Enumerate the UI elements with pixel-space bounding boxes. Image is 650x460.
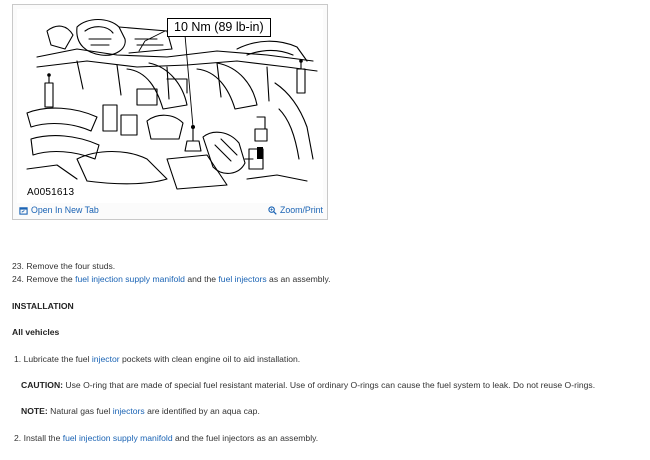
removal-step-23: 23. Remove the four studs. xyxy=(12,260,642,272)
zoom-print-label: Zoom/Print xyxy=(279,205,323,215)
note-text: Natural gas fuel xyxy=(47,406,113,416)
step-text: pockets with clean engine oil to aid ins… xyxy=(119,354,301,364)
step-number: 2. xyxy=(14,433,22,443)
torque-callout: 10 Nm (89 lb-in) xyxy=(167,18,271,37)
figure-toolbar: Open In New Tab Zoom/Print xyxy=(13,201,327,219)
step-text: Remove the xyxy=(26,274,76,284)
step-text: Lubricate the fuel xyxy=(23,354,92,364)
caution-label: CAUTION: xyxy=(21,380,64,390)
open-in-new-tab-label: Open In New Tab xyxy=(31,205,99,215)
fuel-injection-supply-manifold-link[interactable]: fuel injection supply manifold xyxy=(75,274,185,284)
install-step-2: 2. Install the fuel injection supply man… xyxy=(14,432,644,444)
step-text: Remove the four studs. xyxy=(26,261,116,271)
step-number: 1. xyxy=(14,354,22,364)
caution-note: CAUTION: Use O-ring that are made of spe… xyxy=(21,379,650,391)
fuel-injectors-link[interactable]: fuel injectors xyxy=(218,274,266,284)
step-text: as an assembly. xyxy=(266,274,331,284)
step-text: and the fuel injectors as an assembly. xyxy=(172,433,319,443)
engine-diagram-image[interactable]: 10 Nm (89 lb-in) A0051613 xyxy=(17,9,323,203)
info-note: NOTE: Natural gas fuel injectors are ide… xyxy=(21,405,650,417)
removal-step-24: 24. Remove the fuel injection supply man… xyxy=(12,273,642,285)
open-new-tab-icon xyxy=(19,206,28,215)
note-text: are identified by an aqua cap. xyxy=(144,406,260,416)
injectors-link[interactable]: injectors xyxy=(113,406,145,416)
engine-line-drawing xyxy=(26,18,318,190)
magnifier-icon xyxy=(268,205,277,215)
injector-link[interactable]: injector xyxy=(92,354,120,364)
step-number: 24. xyxy=(12,274,24,284)
all-vehicles-subheading: All vehicles xyxy=(12,327,60,337)
step-text: and the xyxy=(184,274,219,284)
figure-card: 10 Nm (89 lb-in) A0051613 Open In New Ta… xyxy=(12,4,328,220)
caution-text: Use O-ring that are made of special fuel… xyxy=(63,380,596,390)
zoom-print-link[interactable]: Zoom/Print xyxy=(268,205,323,215)
step-number: 23. xyxy=(12,261,24,271)
open-in-new-tab-link[interactable]: Open In New Tab xyxy=(19,205,99,215)
fuel-injection-supply-manifold-link[interactable]: fuel injection supply manifold xyxy=(63,433,173,443)
install-step-1: 1. Lubricate the fuel injector pockets w… xyxy=(14,353,644,365)
installation-heading: INSTALLATION xyxy=(12,301,74,311)
figure-id-label: A0051613 xyxy=(25,187,77,198)
note-label: NOTE: xyxy=(21,406,48,416)
step-text: Install the xyxy=(23,433,63,443)
